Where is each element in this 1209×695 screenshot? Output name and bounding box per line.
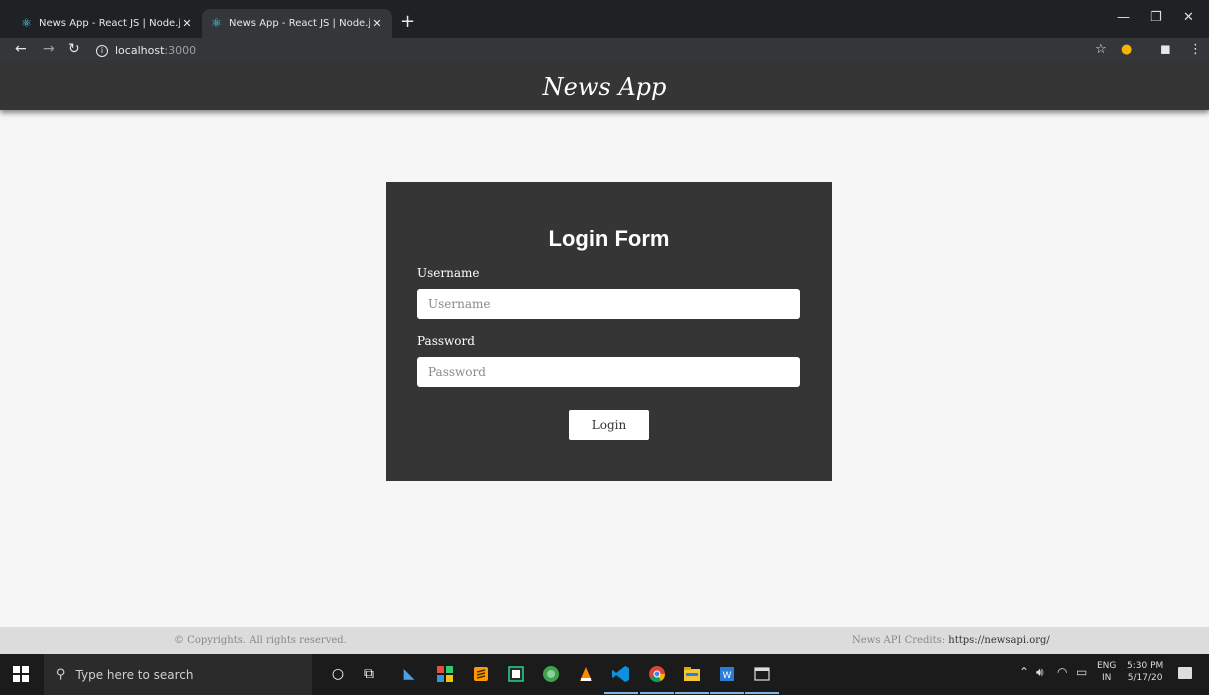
browser-tab-1[interactable]: ⚛ News App - React JS | Node.js | R ✕ — [12, 9, 202, 38]
bookmark-star-icon[interactable]: ☆ — [1095, 42, 1107, 57]
reload-icon[interactable]: ↻ — [68, 41, 80, 57]
cortana-icon[interactable]: ○ — [327, 663, 349, 685]
url-port: :3000 — [164, 44, 197, 57]
color-blocks-app-icon[interactable] — [434, 663, 456, 685]
terminal-window-icon[interactable] — [745, 663, 779, 694]
taskbar-search[interactable]: ⚲ Type here to search — [44, 654, 312, 695]
login-button[interactable]: Login — [569, 410, 649, 440]
word-app-icon[interactable]: W — [710, 663, 744, 694]
api-credits: News API Credits: https://newsapi.org/ — [852, 635, 1050, 646]
tab-title: News App - React JS | Node.js | R — [229, 18, 370, 29]
window-close-icon[interactable]: ✕ — [1183, 10, 1194, 25]
username-input[interactable] — [417, 289, 800, 319]
search-icon: ⚲ — [56, 667, 66, 682]
profile-icon[interactable]: ◼ — [1160, 42, 1171, 57]
minimize-icon[interactable]: — — [1117, 10, 1130, 25]
vscode-icon[interactable] — [604, 663, 638, 694]
file-explorer-icon[interactable] — [675, 663, 709, 694]
task-view-icon[interactable]: ⧉ — [358, 663, 380, 685]
tab-title: News App - React JS | Node.js | R — [39, 18, 180, 29]
show-hidden-icons-icon[interactable]: ⌃ — [1019, 665, 1029, 679]
username-label: Username — [417, 266, 480, 280]
notification-icon[interactable] — [1178, 667, 1192, 679]
pycharm-icon[interactable] — [505, 663, 527, 685]
info-icon[interactable]: i — [96, 44, 108, 57]
windows-start-icon[interactable] — [13, 666, 29, 682]
new-tab-button[interactable]: + — [400, 11, 415, 32]
password-input[interactable] — [417, 357, 800, 387]
sublime-text-icon[interactable] — [470, 663, 492, 685]
react-icon: ⚛ — [21, 16, 32, 30]
address-bar-row: ← → ↻ i localhost:3000 ☆ ● ◼ ⋮ — [0, 38, 1209, 63]
svg-text:W: W — [723, 671, 732, 681]
clock-time: 5:30 PM — [1127, 661, 1164, 671]
react-icon: ⚛ — [211, 16, 222, 30]
search-placeholder: Type here to search — [75, 667, 194, 682]
copyright-text: © Copyrights. All rights reserved. — [174, 635, 347, 646]
chrome-icon[interactable] — [640, 663, 674, 694]
close-tab-icon[interactable]: ✕ — [180, 17, 194, 30]
app-pin-icon[interactable]: ◣ — [398, 663, 420, 685]
volume-icon[interactable]: 🔊︎ — [1036, 665, 1044, 680]
login-form: Login Form Username Password Login — [386, 182, 832, 481]
menu-kebab-icon[interactable]: ⋮ — [1189, 42, 1202, 57]
browser-tab-2[interactable]: ⚛ News App - React JS | Node.js | R ✕ — [202, 9, 392, 38]
windows-taskbar: ⚲ Type here to search ○ ⧉ ◣ W ⌃ 🔊︎ ◠ ▭ E… — [0, 654, 1209, 695]
url-field[interactable]: i localhost:3000 — [96, 41, 1096, 60]
newsapi-link[interactable]: https://newsapi.org/ — [948, 635, 1049, 646]
credits-prefix: News API Credits: — [852, 635, 946, 646]
system-clock[interactable]: 5:30 PM 5/17/20 — [1127, 660, 1163, 684]
close-tab-icon[interactable]: ✕ — [370, 17, 384, 30]
url-host: localhost — [115, 44, 165, 57]
browser-tab-strip: ⚛ News App - React JS | Node.js | R ✕ ⚛ … — [0, 0, 1209, 38]
password-label: Password — [417, 334, 475, 348]
lang-top: ENG — [1097, 661, 1117, 671]
lang-bottom: IN — [1102, 673, 1112, 683]
page-footer: © Copyrights. All rights reserved. News … — [0, 627, 1209, 654]
vlc-icon[interactable] — [575, 663, 597, 685]
atom-globe-icon[interactable] — [540, 663, 562, 685]
restore-icon[interactable]: ❐ — [1150, 10, 1162, 25]
app-brand[interactable]: News App — [543, 73, 667, 101]
clock-date: 5/17/20 — [1127, 673, 1163, 683]
battery-icon[interactable]: ▭ — [1076, 665, 1087, 679]
back-icon[interactable]: ← — [15, 41, 27, 57]
language-indicator[interactable]: ENG IN — [1097, 660, 1116, 684]
wifi-icon[interactable]: ◠ — [1057, 665, 1067, 679]
forward-icon[interactable]: → — [43, 41, 55, 57]
form-heading: Login Form — [548, 226, 670, 251]
extension-color-icon[interactable]: ● — [1121, 42, 1132, 57]
app-header: News App — [0, 63, 1209, 110]
